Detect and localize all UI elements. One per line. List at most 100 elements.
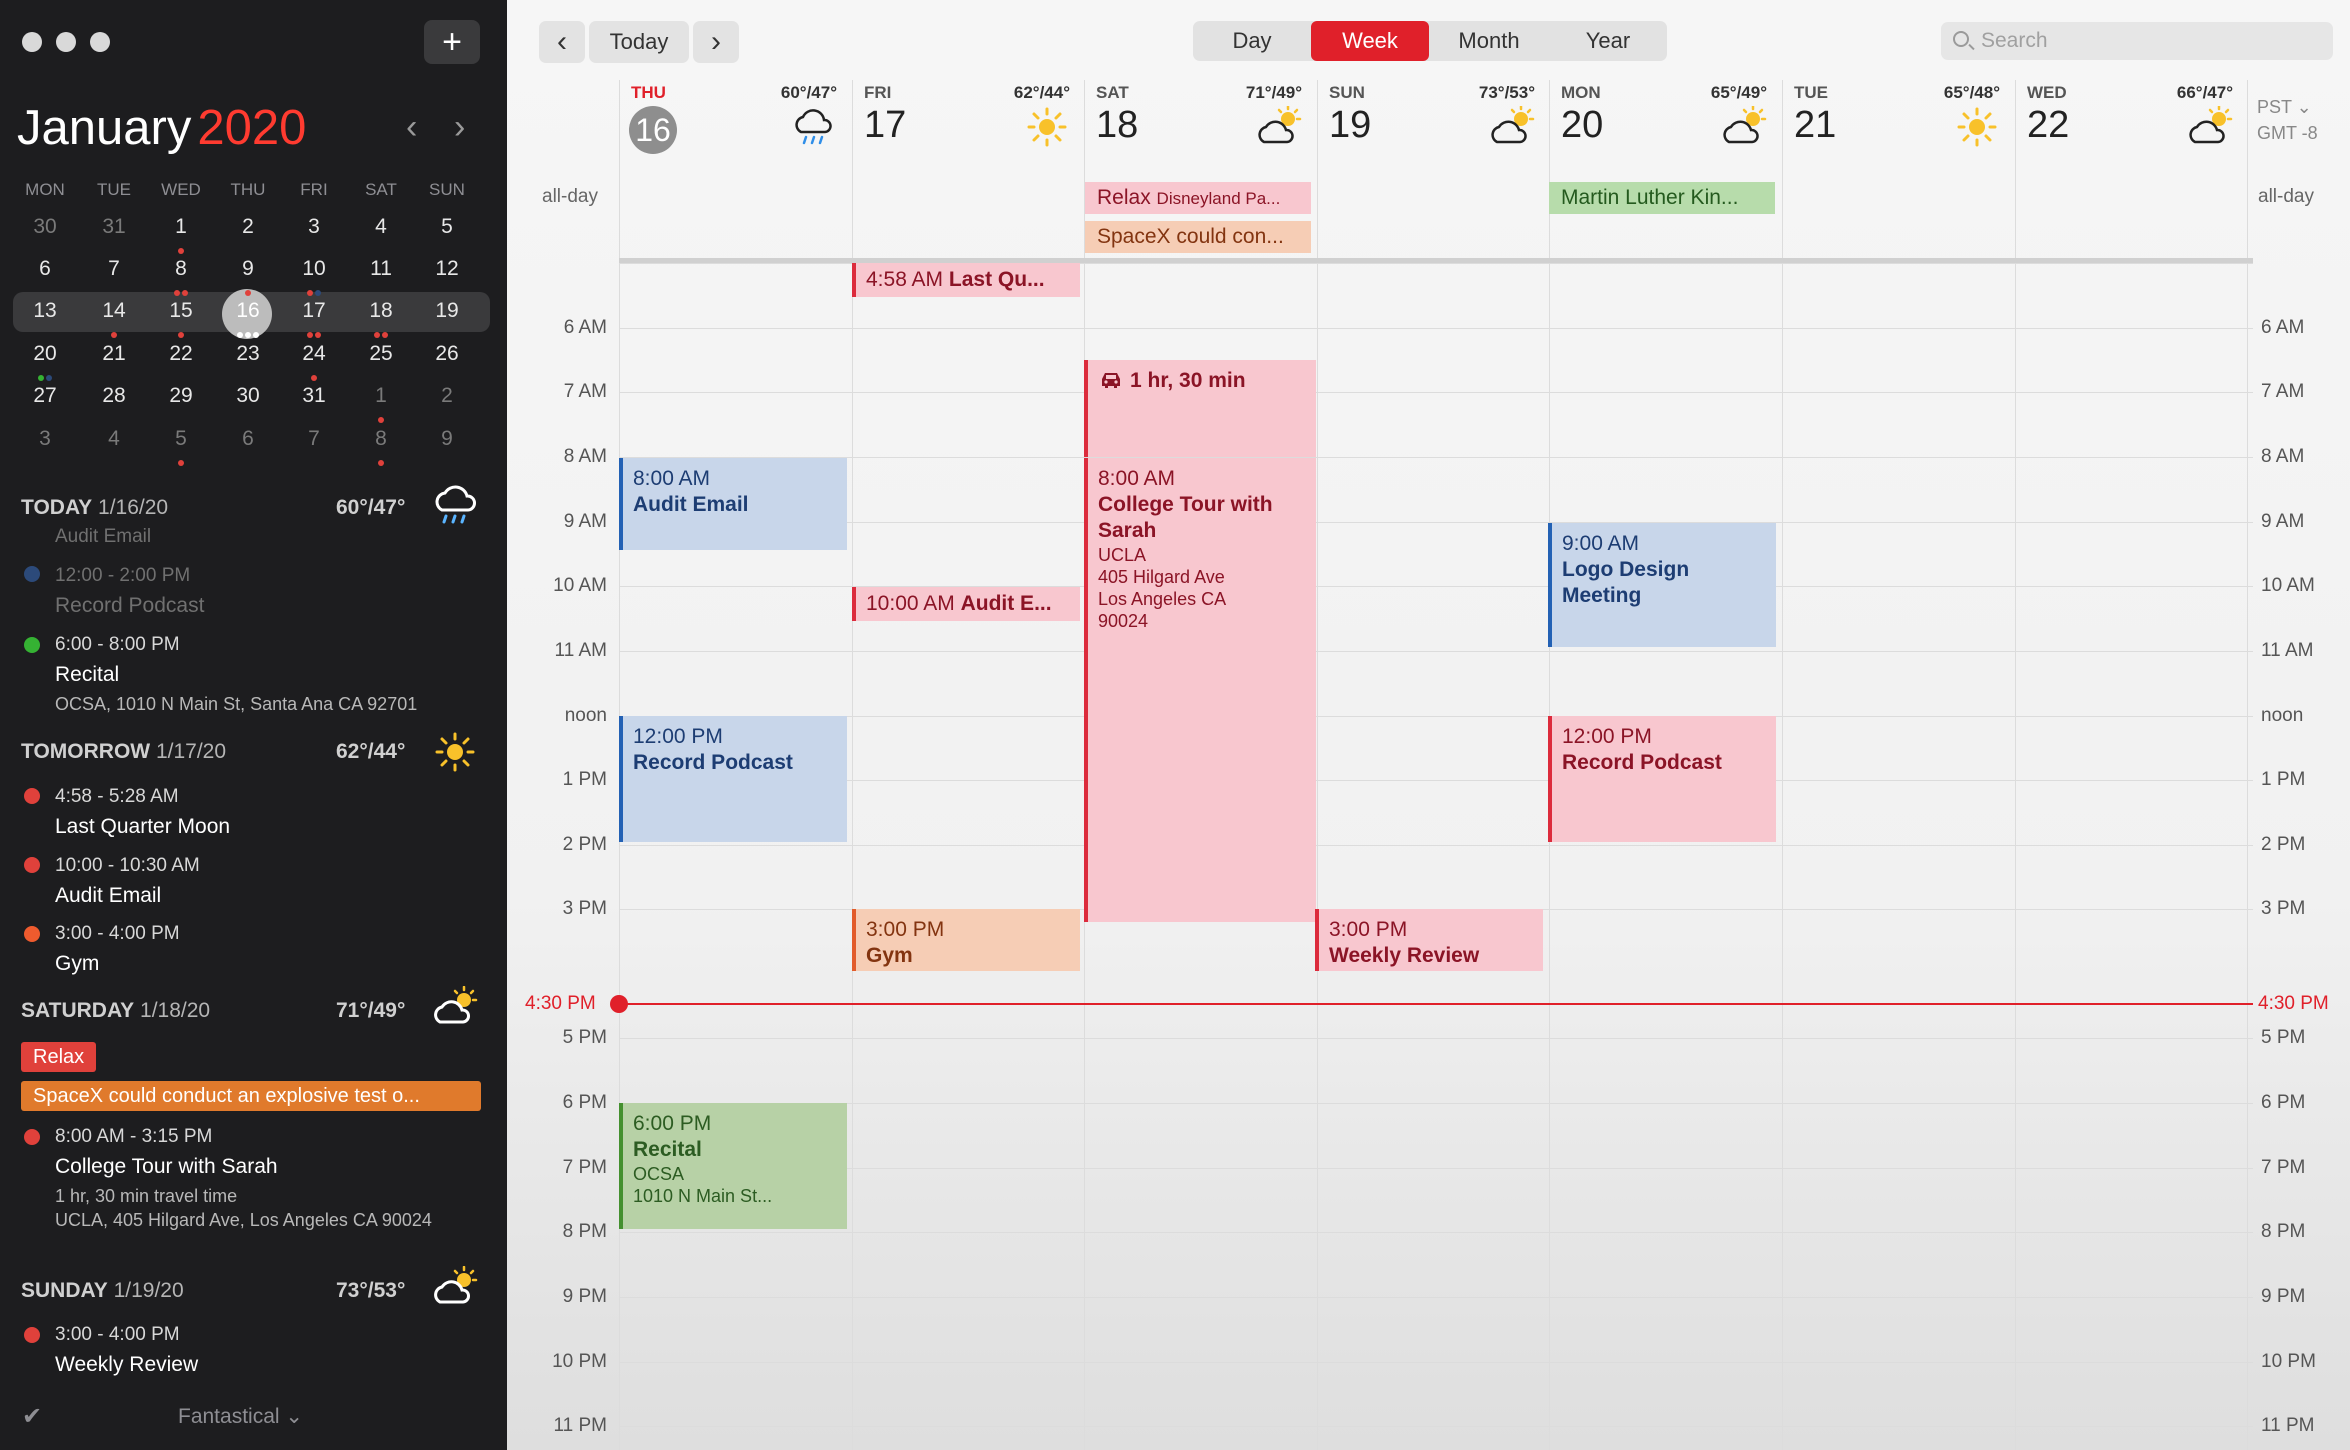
mini-calendar-day[interactable]: 30 — [218, 384, 278, 408]
agenda-event-title[interactable]: Last Quarter Moon — [55, 815, 230, 839]
agenda-header-saturday[interactable]: SATURDAY 1/18/20 — [21, 999, 210, 1023]
agenda-event-time: 3:00 - 4:00 PM — [55, 923, 180, 944]
mini-calendar-day[interactable]: 25 — [351, 342, 411, 366]
next-month-button[interactable]: › — [454, 108, 465, 147]
mini-calendar-day[interactable]: 31 — [84, 215, 144, 239]
allday-event-relax[interactable]: Relax — [21, 1042, 97, 1072]
search-input[interactable]: Search — [1941, 22, 2333, 60]
mini-calendar-day[interactable]: 31 — [284, 384, 344, 408]
event-title: 1 hr, 30 min — [1130, 369, 1246, 392]
mini-calendar-day[interactable]: 1 — [351, 384, 411, 423]
timezone-selector[interactable]: PST ⌄ GMT -8 — [2257, 94, 2318, 146]
agenda-event-time[interactable]: Audit Email — [55, 526, 151, 548]
mini-calendar-day[interactable]: 15 — [151, 299, 211, 338]
today-button[interactable]: Today — [589, 21, 689, 63]
agenda-event-title[interactable]: Recital — [55, 663, 119, 687]
mini-calendar-day[interactable]: 3 — [15, 427, 75, 451]
mini-calendar-day[interactable]: 20 — [15, 342, 75, 381]
window-zoom-button[interactable] — [90, 32, 110, 52]
event-record-podcast-mon[interactable]: 12:00 PM Record Podcast — [1548, 716, 1776, 842]
day-header-thu[interactable]: THU 16 60°/47° — [619, 80, 851, 170]
calendar-set-selector[interactable]: Fantastical ⌄ — [178, 1404, 303, 1429]
window-minimize-button[interactable] — [56, 32, 76, 52]
mini-calendar-day[interactable]: 29 — [151, 384, 211, 408]
mini-calendar-day[interactable]: 26 — [417, 342, 477, 366]
mini-calendar-day[interactable]: 22 — [151, 342, 211, 366]
agenda-header-today[interactable]: TODAY 1/16/20 — [21, 496, 168, 520]
mini-calendar-day[interactable]: 17 — [284, 299, 344, 338]
column-divider — [2015, 80, 2016, 1450]
mini-calendar-day[interactable]: 6 — [15, 257, 75, 281]
mini-calendar-day[interactable]: 8 — [151, 257, 211, 296]
view-week-button[interactable]: Week — [1311, 21, 1429, 61]
checkmark-icon[interactable]: ✔ — [22, 1402, 42, 1431]
mini-calendar-day[interactable]: 6 — [218, 427, 278, 451]
mini-calendar-day[interactable]: 16 — [218, 299, 278, 338]
window-close-button[interactable] — [22, 32, 42, 52]
day-header-fri[interactable]: FRI 17 62°/44° — [852, 80, 1084, 170]
mini-calendar-day[interactable]: 7 — [284, 427, 344, 451]
view-year-button[interactable]: Year — [1549, 21, 1667, 61]
view-month-button[interactable]: Month — [1429, 21, 1549, 61]
previous-week-button[interactable]: ‹ — [539, 21, 585, 63]
mini-calendar-day[interactable]: 28 — [84, 384, 144, 408]
add-event-button[interactable]: + — [424, 20, 480, 64]
mini-calendar-day[interactable]: 7 — [84, 257, 144, 281]
event-weekly-review[interactable]: 3:00 PM Weekly Review — [1315, 909, 1543, 971]
event-travel-time[interactable]: 1 hr, 30 min — [1084, 360, 1316, 457]
weekday-label: SAT — [365, 180, 397, 199]
allday-event-spacex[interactable]: SpaceX could con... — [1085, 221, 1311, 253]
day-header-sat[interactable]: SAT 18 71°/49° — [1084, 80, 1316, 170]
agenda-event-title[interactable]: Weekly Review — [55, 1353, 198, 1377]
mini-calendar-day[interactable]: 12 — [417, 257, 477, 281]
mini-calendar-day[interactable]: 11 — [351, 257, 411, 281]
agenda-event-title[interactable]: Record Podcast — [55, 594, 204, 618]
agenda-event-title[interactable]: Gym — [55, 952, 99, 976]
mini-calendar-day[interactable]: 23 — [218, 342, 278, 366]
hour-label: 6 PM — [562, 1092, 607, 1113]
mini-calendar-day[interactable]: 8 — [351, 427, 411, 466]
day-header-tue[interactable]: TUE 21 65°/48° — [1782, 80, 2014, 170]
event-logo-design-meeting[interactable]: 9:00 AM Logo Design Meeting — [1548, 523, 1776, 647]
event-college-tour[interactable]: 8:00 AM College Tour with Sarah UCLA 405 Hi… — [1084, 458, 1316, 922]
mini-calendar-day[interactable]: 13 — [15, 299, 75, 323]
mini-calendar-day[interactable]: 2 — [218, 215, 278, 239]
allday-event-spacex[interactable]: SpaceX could conduct an explosive test o… — [21, 1081, 481, 1111]
event-gym[interactable]: 3:00 PM Gym — [852, 909, 1080, 971]
event-record-podcast-thu[interactable]: 12:00 PM Record Podcast — [619, 716, 847, 842]
view-day-button[interactable]: Day — [1193, 21, 1311, 61]
mini-calendar-day[interactable]: 3 — [284, 215, 344, 239]
mini-calendar-day[interactable]: 9 — [417, 427, 477, 451]
mini-calendar-day[interactable]: 5 — [417, 215, 477, 239]
mini-calendar-day[interactable]: 19 — [417, 299, 477, 323]
mini-calendar-day[interactable]: 21 — [84, 342, 144, 366]
mini-calendar-day[interactable]: 24 — [284, 342, 344, 381]
allday-event-relax[interactable]: Relax Disneyland Pa... — [1085, 182, 1311, 214]
event-last-quarter-moon[interactable]: 4:58 AM Last Qu... — [852, 263, 1080, 297]
next-week-button[interactable]: › — [693, 21, 739, 63]
agenda-event-title[interactable]: Audit Email — [55, 884, 161, 908]
day-header-sun[interactable]: SUN 19 73°/53° — [1317, 80, 1549, 170]
mini-calendar-day[interactable]: 1 — [151, 215, 211, 254]
mini-calendar-day[interactable]: 30 — [15, 215, 75, 239]
event-recital[interactable]: 6:00 PM Recital OCSA 1010 N Main St... — [619, 1103, 847, 1229]
mini-calendar-day[interactable]: 4 — [351, 215, 411, 239]
mini-calendar-day[interactable]: 10 — [284, 257, 344, 296]
mini-calendar-day[interactable]: 14 — [84, 299, 144, 338]
mini-calendar-day[interactable]: 5 — [151, 427, 211, 466]
agenda-header-sunday[interactable]: SUNDAY 1/19/20 — [21, 1279, 184, 1303]
mini-calendar-day[interactable]: 9 — [218, 257, 278, 296]
mini-calendar-day[interactable]: 2 — [417, 384, 477, 408]
mini-calendar-day[interactable]: 4 — [84, 427, 144, 451]
mini-calendar-day[interactable]: 27 — [15, 384, 75, 408]
day-header-wed[interactable]: WED 22 66°/47° — [2015, 80, 2247, 170]
mini-calendar-day[interactable]: 18 — [351, 299, 411, 338]
prev-month-button[interactable]: ‹ — [406, 108, 417, 147]
day-header-mon[interactable]: MON 20 65°/49° — [1549, 80, 1781, 170]
event-dots — [351, 414, 411, 423]
agenda-header-tomorrow[interactable]: TOMORROW 1/17/20 — [21, 740, 226, 764]
event-audit-email-fri[interactable]: 10:00 AM Audit E... — [852, 587, 1080, 621]
allday-event-mlk-day[interactable]: Martin Luther Kin... — [1549, 182, 1775, 214]
event-audit-email-thu[interactable]: 8:00 AM Audit Email — [619, 458, 847, 550]
agenda-event-title[interactable]: College Tour with Sarah — [55, 1155, 278, 1179]
